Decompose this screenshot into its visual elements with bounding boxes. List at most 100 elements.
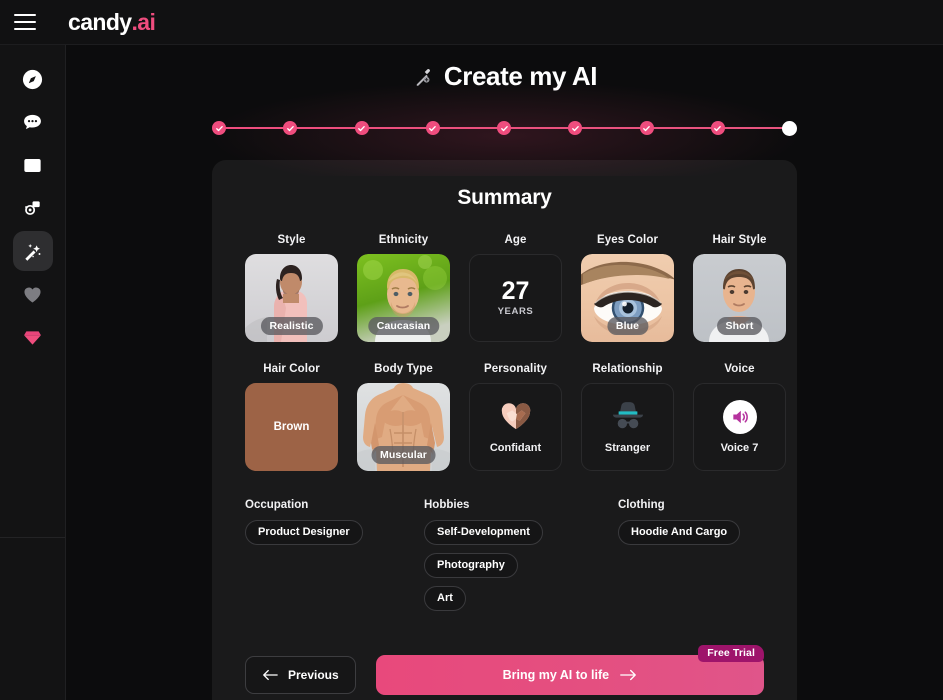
sidebar-item-create-ai[interactable]: [12, 231, 53, 271]
free-trial-badge: Free Trial: [698, 645, 764, 662]
attribute-card-ethnicity[interactable]: Caucasian: [357, 254, 450, 342]
attribute-value: Brown: [273, 421, 310, 433]
attribute-personality: Personality Confidant: [469, 363, 562, 471]
check-icon: [714, 125, 722, 131]
attribute-card-relationship[interactable]: Stranger: [581, 383, 674, 471]
page-title-text: Create my AI: [443, 61, 598, 91]
tag-product-designer[interactable]: Product Designer: [245, 520, 363, 545]
attribute-age: Age 27 YEARS: [469, 234, 562, 342]
tag-art[interactable]: Art: [424, 586, 466, 611]
brand-name: candy: [68, 8, 132, 35]
progress-step-1[interactable]: [212, 121, 226, 135]
summary-title: Summary: [457, 186, 552, 209]
sidebar-item-chat[interactable]: [13, 102, 53, 142]
attribute-ethnicity: Ethnicity Caucasian: [357, 234, 450, 342]
progress-step-6[interactable]: [568, 121, 583, 135]
main-content: Create my AI Summary Style Realistic Eth…: [66, 45, 943, 700]
page-title: Create my AI: [66, 61, 943, 92]
attribute-card-style[interactable]: Realistic: [245, 254, 338, 342]
attribute-card-personality[interactable]: Confidant: [469, 383, 562, 471]
progress-stepper: [182, 76, 827, 176]
attribute-card-hair-style[interactable]: Short: [693, 254, 786, 342]
check-icon: [429, 125, 437, 131]
magic-wand-icon: [21, 240, 44, 263]
tag-group-occupation: Occupation Product Designer: [245, 499, 420, 619]
attribute-label: Relationship: [592, 363, 663, 375]
ai-generate-icon: [21, 197, 44, 220]
attribute-card-voice[interactable]: Voice 7: [693, 383, 786, 471]
summary-panel: Summary Style Realistic Ethnicity Caucas…: [212, 160, 797, 700]
progress-step-2[interactable]: [283, 121, 298, 135]
body-area: Create my AI Summary Style Realistic Eth…: [0, 45, 943, 700]
magic-pen-icon: [412, 65, 435, 88]
hamburger-icon[interactable]: [14, 9, 40, 35]
sidebar-item-gallery[interactable]: [13, 145, 53, 185]
progress-step-9-current[interactable]: [782, 120, 797, 136]
progress-step-4[interactable]: [425, 121, 440, 135]
top-bar: candy .ai: [0, 0, 943, 45]
tag-group-clothing: Clothing Hoodie And Cargo: [618, 499, 764, 619]
heart-icon: [21, 283, 44, 306]
brand-logo[interactable]: candy .ai: [68, 8, 156, 36]
progress-step-7[interactable]: [639, 121, 654, 135]
previous-button[interactable]: Previous: [245, 656, 356, 694]
check-icon: [500, 125, 508, 131]
sidebar-item-premium[interactable]: [13, 317, 53, 357]
progress-step-3[interactable]: [354, 121, 369, 135]
bring-my-ai-to-life-button[interactable]: Bring my AI to life Free Trial: [375, 645, 764, 695]
sidebar: [0, 45, 66, 700]
incognito-hat-glasses-icon: [611, 401, 645, 435]
check-icon: [571, 125, 579, 131]
progress-dots: [212, 118, 797, 138]
attributes-grid: Style Realistic Ethnicity Caucasian Age …: [245, 234, 786, 471]
panel-actions: Previous Bring my AI to life Free Trial: [245, 645, 764, 695]
sidebar-item-favorites[interactable]: [13, 274, 53, 314]
attribute-card-age[interactable]: 27 YEARS: [469, 254, 562, 342]
attribute-value: Confidant: [489, 441, 542, 454]
check-icon: [286, 125, 294, 131]
tag-self-development[interactable]: Self-Development: [424, 520, 543, 545]
attribute-card-body-type[interactable]: Muscular: [357, 383, 450, 471]
attribute-value: Caucasian: [367, 317, 440, 335]
image-icon: [21, 154, 44, 177]
check-icon: [215, 125, 223, 131]
speaker-icon: [722, 400, 757, 434]
tag-sections: Occupation Product Designer Hobbies Self…: [245, 499, 764, 619]
age-unit: YEARS: [497, 306, 534, 317]
arrow-left-icon: [262, 669, 278, 681]
tag-photography[interactable]: Photography: [424, 553, 518, 578]
attribute-card-hair-color[interactable]: Brown: [245, 383, 338, 471]
tag-group-title: Hobbies: [424, 499, 470, 511]
handshake-heart-icon: [500, 401, 532, 435]
attribute-hair-style: Hair Style Short: [693, 234, 786, 342]
sidebar-divider: [0, 537, 65, 538]
compass-icon: [21, 68, 44, 91]
attribute-label: Hair Style: [712, 234, 767, 246]
app-root: candy .ai Create my AI Summary Style Rea…: [0, 0, 943, 700]
attribute-label: Ethnicity: [378, 234, 429, 246]
tag-hoodie-and-cargo[interactable]: Hoodie And Cargo: [618, 520, 741, 545]
tag-group-title: Occupation: [245, 499, 309, 511]
attribute-value: Blue: [606, 317, 649, 335]
attribute-value: Short: [716, 317, 763, 335]
sidebar-item-explore[interactable]: [13, 59, 53, 99]
attribute-relationship: Relationship Stranger: [581, 363, 674, 471]
age-value: 27: [501, 277, 530, 305]
attribute-label: Style: [277, 234, 306, 246]
attribute-label: Personality: [483, 363, 548, 375]
brand-suffix: .ai: [131, 8, 156, 35]
attribute-body-type: Body Type Muscular: [357, 363, 450, 471]
cta-label: Bring my AI to life: [502, 668, 610, 682]
sidebar-item-generate[interactable]: [13, 188, 53, 228]
attribute-card-eyes-color[interactable]: Blue: [581, 254, 674, 342]
progress-step-5[interactable]: [497, 121, 511, 135]
progress-step-8[interactable]: [710, 121, 725, 135]
attribute-hair-color: Hair Color Brown: [245, 363, 338, 471]
tag-group-title: Clothing: [618, 499, 665, 511]
attribute-style: Style Realistic: [245, 234, 338, 342]
tag-group-hobbies: Hobbies Self-Development Photography Art: [424, 499, 614, 619]
attribute-label: Body Type: [374, 363, 433, 375]
attribute-value: Voice 7: [720, 442, 759, 454]
attribute-value: Realistic: [260, 317, 323, 335]
check-icon: [358, 125, 365, 131]
